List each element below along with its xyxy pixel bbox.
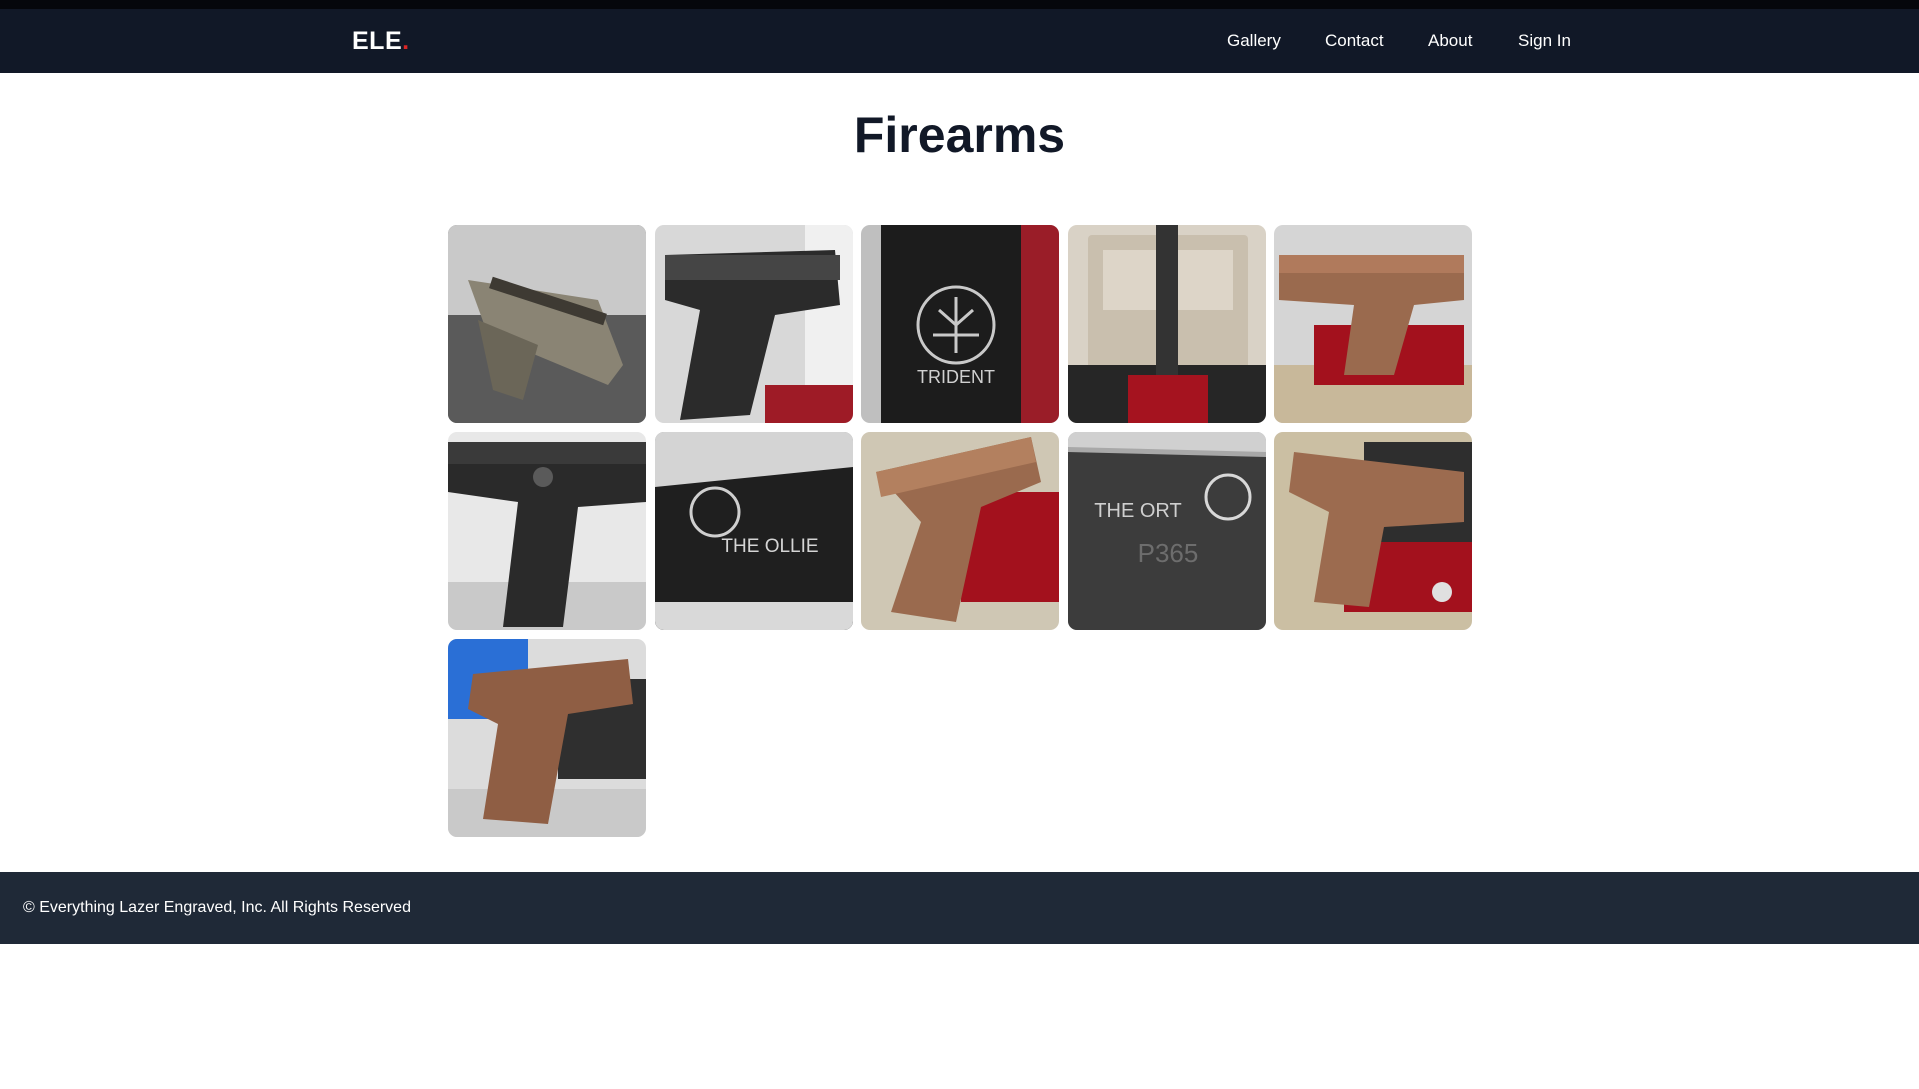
svg-text:THE ORT: THE ORT bbox=[1094, 500, 1181, 522]
gallery-image[interactable]: THE OLLIE bbox=[654, 432, 853, 630]
brand-dot: . bbox=[402, 27, 410, 55]
navbar: ELE. Gallery Contact About Sign In bbox=[0, 9, 1919, 73]
gallery-image[interactable] bbox=[1274, 225, 1472, 423]
nav-sign-in[interactable]: Sign In bbox=[1518, 31, 1571, 51]
svg-text:THE OLLIE: THE OLLIE bbox=[721, 536, 818, 557]
svg-text:P365: P365 bbox=[1137, 538, 1198, 568]
gallery-image[interactable]: TRIDENT bbox=[861, 225, 1059, 423]
top-strip bbox=[0, 0, 1919, 9]
gallery-image[interactable] bbox=[448, 225, 646, 423]
gallery-image[interactable] bbox=[861, 432, 1059, 630]
svg-text:TRIDENT: TRIDENT bbox=[917, 367, 995, 387]
nav-about[interactable]: About bbox=[1428, 31, 1472, 51]
brand-logo[interactable]: ELE. bbox=[352, 27, 410, 56]
footer: © Everything Lazer Engraved, Inc. All Ri… bbox=[0, 872, 1919, 944]
page-title: Firearms bbox=[853, 107, 1066, 163]
gallery-image[interactable] bbox=[1274, 432, 1472, 630]
gallery-image[interactable] bbox=[1067, 225, 1266, 423]
nav-gallery[interactable]: Gallery bbox=[1227, 31, 1281, 51]
gallery-image[interactable] bbox=[448, 639, 646, 837]
gallery-image[interactable] bbox=[654, 225, 853, 423]
gallery-image[interactable]: THE ORT P365 bbox=[1067, 432, 1266, 630]
copyright-text: © Everything Lazer Engraved, Inc. All Ri… bbox=[23, 899, 411, 916]
brand-name: ELE bbox=[352, 27, 403, 55]
nav-contact[interactable]: Contact bbox=[1325, 31, 1384, 51]
gallery-grid: TRIDENT THE OLLIE THE ORT P365 bbox=[448, 225, 1473, 837]
gallery-image[interactable] bbox=[448, 432, 646, 630]
